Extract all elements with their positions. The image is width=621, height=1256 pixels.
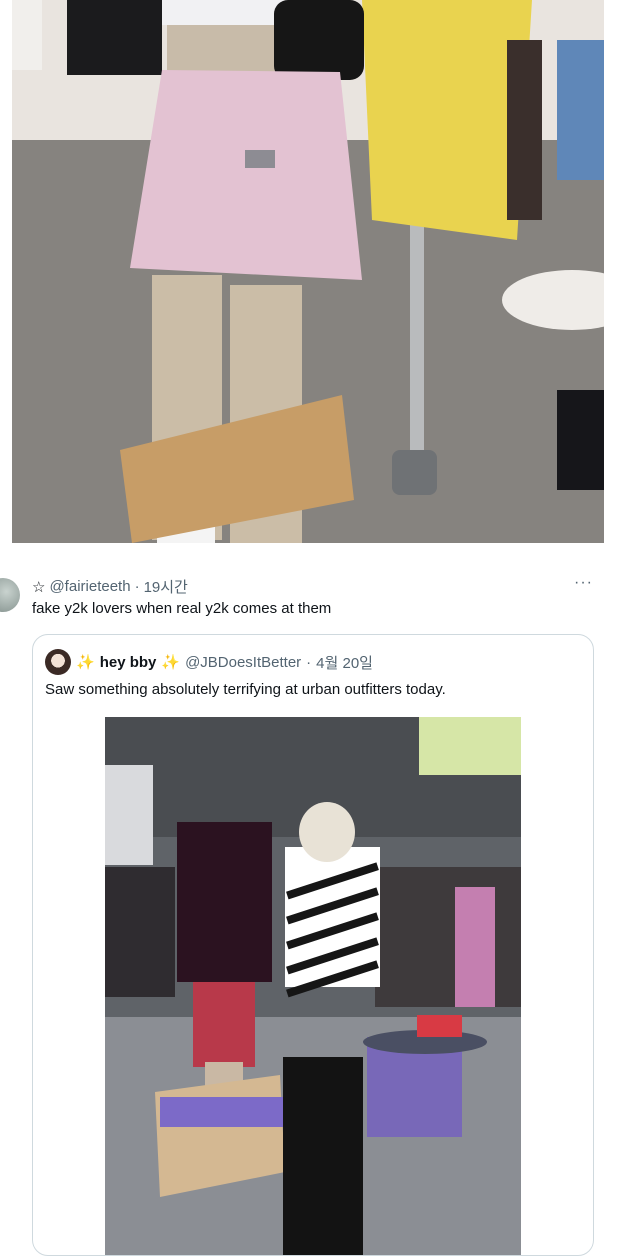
quoted-handle[interactable]: @JBDoesItBetter: [185, 654, 301, 671]
quoted-tweet-card[interactable]: ✨ hey bby ✨ @JBDoesItBetter · 4월 20일 Saw…: [32, 634, 594, 1256]
quoted-separator: ·: [306, 653, 312, 671]
tweet-time[interactable]: 19시간: [144, 576, 188, 597]
sparkle-icon: ✨: [76, 654, 95, 671]
quoted-tweet-header: ✨ hey bby ✨ @JBDoesItBetter · 4월 20일: [45, 649, 373, 675]
quoted-avatar[interactable]: [45, 649, 71, 675]
top-photo[interactable]: [12, 0, 604, 543]
quoted-date[interactable]: 4월 20일: [316, 652, 373, 673]
header-separator: ·: [134, 578, 140, 595]
quoted-display-name[interactable]: hey bby: [100, 654, 157, 671]
author-handle[interactable]: @fairieteeth: [49, 578, 130, 595]
top-photo-illustration: [12, 0, 604, 543]
sparkle-icon: ✨: [161, 654, 181, 671]
tweet-text: fake y2k lovers when real y2k comes at t…: [32, 600, 332, 617]
more-options-icon[interactable]: ···: [574, 574, 593, 592]
tweet-card[interactable]: ☆ @fairieteeth · 19시간 ··· fake y2k lover…: [0, 572, 621, 1256]
quoted-photo-illustration: [105, 717, 521, 1255]
quoted-photo[interactable]: [105, 717, 521, 1255]
tweet-header: ☆ @fairieteeth · 19시간: [32, 576, 188, 597]
star-icon: ☆: [32, 578, 46, 596]
quoted-tweet-text: Saw something absolutely terrifying at u…: [45, 681, 446, 698]
avatar[interactable]: [0, 578, 20, 612]
